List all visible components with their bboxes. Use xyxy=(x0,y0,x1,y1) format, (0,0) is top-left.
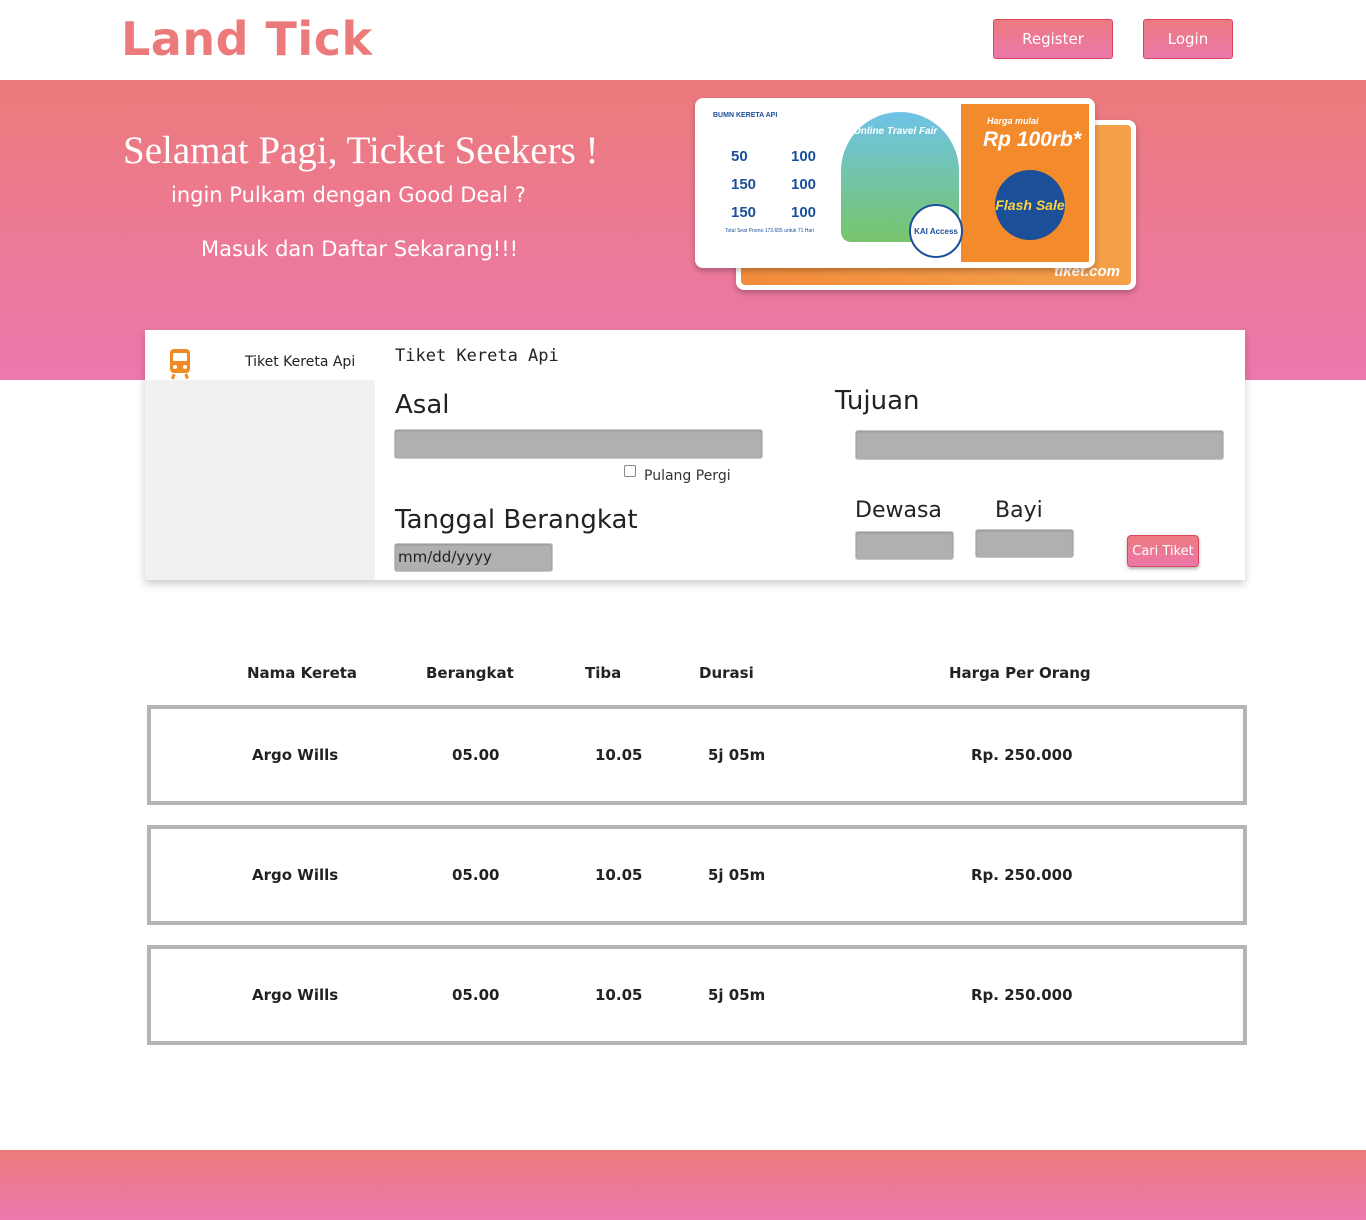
tanggal-berangkat-input[interactable]: mm/dd/yyyy xyxy=(394,543,553,572)
result-row[interactable]: Argo Wills 05.00 10.05 5j 05m Rp. 250.00… xyxy=(147,705,1247,805)
search-card: Tiket Kereta Api Tiket Kereta Api Asal P… xyxy=(145,330,1245,580)
promo-banner-front[interactable]: BUMN KERETA API 50 100 150 100 150 100 T… xyxy=(695,98,1095,268)
promo-kai-access-badge: KAI Access xyxy=(909,204,963,258)
tujuan-input[interactable] xyxy=(855,430,1224,460)
hero-cta-text: Masuk dan Daftar Sekarang!!! xyxy=(201,237,519,261)
cari-tiket-button[interactable]: Cari Tiket xyxy=(1127,535,1199,567)
tab-tiket-kereta-api[interactable]: Tiket Kereta Api xyxy=(145,330,375,380)
dewasa-label: Dewasa xyxy=(855,498,942,523)
login-button[interactable]: Login xyxy=(1143,19,1233,59)
cell-tiba: 10.05 xyxy=(595,746,643,764)
pulang-pergi-checkbox[interactable] xyxy=(624,465,636,477)
promo-price: 150 xyxy=(731,204,757,221)
asal-input[interactable] xyxy=(394,429,763,459)
hero-title: Selamat Pagi, Ticket Seekers ! xyxy=(123,129,599,172)
sidebar-panel xyxy=(145,380,375,580)
site-logo[interactable]: Land Tick xyxy=(121,12,373,66)
asal-label: Asal xyxy=(395,390,450,420)
cell-harga: Rp. 250.000 xyxy=(971,986,1073,1004)
cell-berangkat: 05.00 xyxy=(452,986,500,1004)
footer xyxy=(0,1150,1366,1220)
bayi-input[interactable] xyxy=(975,529,1074,558)
cell-durasi: 5j 05m xyxy=(708,746,766,764)
promo-price: 100 xyxy=(791,176,817,193)
column-header-berangkat: Berangkat xyxy=(426,664,514,682)
search-card-title: Tiket Kereta Api xyxy=(395,346,559,366)
promo-price: 50 xyxy=(731,148,748,165)
cell-tiba: 10.05 xyxy=(595,866,643,884)
register-button[interactable]: Register xyxy=(993,19,1113,59)
promo-price: 150 xyxy=(731,176,757,193)
cell-tiba: 10.05 xyxy=(595,986,643,1004)
promo-event-label: Online Travel Fair xyxy=(853,126,938,137)
cell-durasi: 5j 05m xyxy=(708,866,766,884)
promo-price: 100 xyxy=(791,204,817,221)
cell-nama-kereta: Argo Wills xyxy=(252,866,339,884)
train-icon xyxy=(170,349,190,380)
result-row[interactable]: Argo Wills 05.00 10.05 5j 05m Rp. 250.00… xyxy=(147,945,1247,1045)
hero-subtitle: ingin Pulkam dengan Good Deal ? xyxy=(171,183,526,207)
column-header-tiba: Tiba xyxy=(585,664,622,682)
promo-banner-logos: BUMN KERETA API xyxy=(713,112,778,119)
tujuan-label: Tujuan xyxy=(835,386,920,416)
bayi-label: Bayi xyxy=(995,498,1043,523)
cell-harga: Rp. 250.000 xyxy=(971,866,1073,884)
tab-label: Tiket Kereta Api xyxy=(245,354,356,370)
tanggal-berangkat-label: Tanggal Berangkat xyxy=(395,505,638,535)
promo-price: 100 xyxy=(791,148,817,165)
column-header-harga: Harga Per Orang xyxy=(949,664,1091,682)
promo-harga-mulai: Harga mulai xyxy=(987,116,1039,126)
cell-harga: Rp. 250.000 xyxy=(971,746,1073,764)
top-navbar: Land Tick Register Login xyxy=(0,0,1366,80)
result-row[interactable]: Argo Wills 05.00 10.05 5j 05m Rp. 250.00… xyxy=(147,825,1247,925)
promo-seat-text: Total Seat Promo 173.655 untuk 71 Hari xyxy=(725,228,814,234)
cell-berangkat: 05.00 xyxy=(452,866,500,884)
cell-nama-kereta: Argo Wills xyxy=(252,746,339,764)
cell-nama-kereta: Argo Wills xyxy=(252,986,339,1004)
promo-flash-sale-badge: Flash Sale xyxy=(995,170,1065,240)
dewasa-input[interactable] xyxy=(855,531,954,560)
cell-berangkat: 05.00 xyxy=(452,746,500,764)
pulang-pergi-label: Pulang Pergi xyxy=(644,468,731,484)
cell-durasi: 5j 05m xyxy=(708,986,766,1004)
promo-harga-value: Rp 100rb* xyxy=(983,128,1082,151)
column-header-durasi: Durasi xyxy=(699,664,754,682)
column-header-nama-kereta: Nama Kereta xyxy=(247,664,358,682)
